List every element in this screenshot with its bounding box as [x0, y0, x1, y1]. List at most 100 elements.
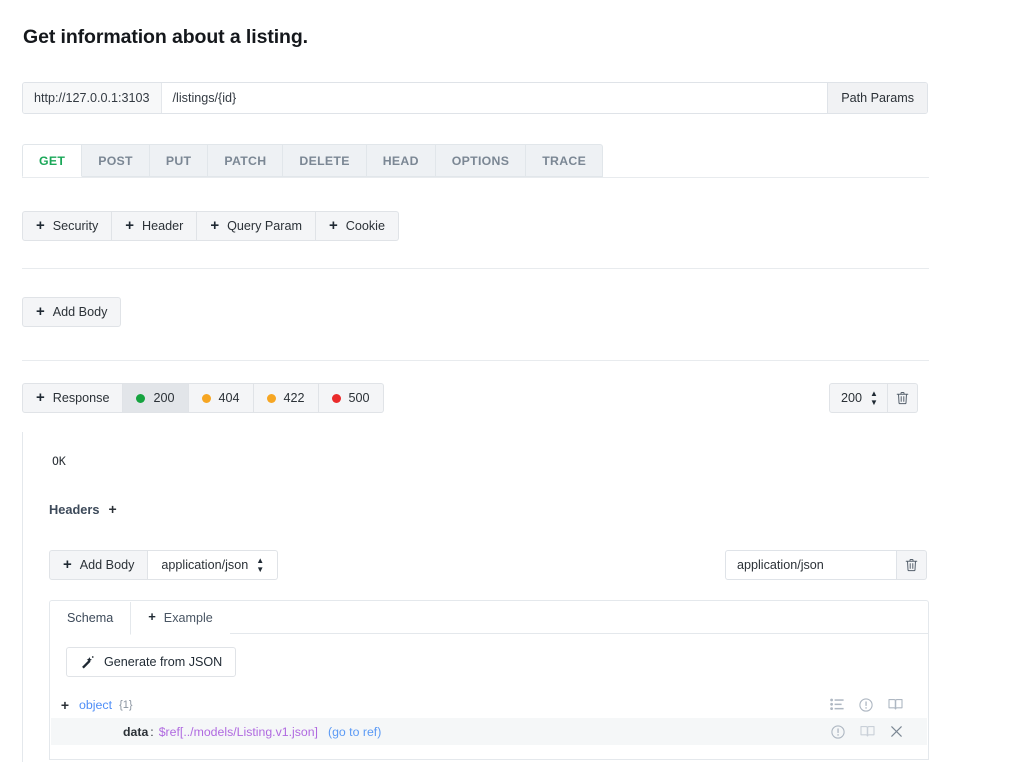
- response-detail-panel: OK Headers + + Add Body application/json…: [22, 432, 929, 762]
- book-icon[interactable]: [860, 725, 875, 738]
- tab-method-options[interactable]: OPTIONS: [435, 144, 527, 177]
- url-host-field[interactable]: http://127.0.0.1:3103: [23, 83, 162, 113]
- tab-response-200-label: 200: [153, 391, 175, 405]
- schema-panel: Schema + Example Generate from JSON + ob…: [49, 600, 929, 760]
- add-header-label: Header: [142, 219, 184, 233]
- add-cookie-label: Cookie: [345, 219, 385, 233]
- delete-media-type-button[interactable]: [897, 550, 927, 580]
- plus-icon: +: [36, 216, 45, 234]
- path-params-button[interactable]: Path Params: [827, 83, 927, 113]
- plus-icon: +: [36, 388, 45, 406]
- plus-icon[interactable]: +: [109, 502, 117, 516]
- delete-response-button[interactable]: [887, 383, 918, 413]
- schema-panel-tabs: Schema + Example: [50, 601, 928, 635]
- tab-response-500-label: 500: [348, 391, 370, 405]
- url-bar: http://127.0.0.1:3103 /listings/{id} Pat…: [22, 82, 928, 114]
- url-path-input[interactable]: /listings/{id}: [162, 83, 828, 113]
- schema-tree-row-object[interactable]: + object {1}: [51, 691, 927, 718]
- list-icon[interactable]: [830, 698, 844, 711]
- tab-response-422-label: 422: [283, 391, 305, 405]
- tab-response-404-label: 404: [218, 391, 240, 405]
- tab-add-example-label: Example: [163, 610, 213, 625]
- schema-row-object-content: + object {1}: [51, 698, 830, 712]
- api-endpoint-editor: Get information about a listing. http://…: [0, 0, 1024, 782]
- schema-property-ref[interactable]: $ref[../models/Listing.v1.json]: [159, 725, 318, 739]
- tab-response-500[interactable]: 500: [318, 383, 384, 413]
- book-icon[interactable]: [888, 698, 903, 711]
- plus-icon: +: [36, 302, 45, 320]
- plus-icon: +: [210, 216, 220, 234]
- plus-icon: +: [125, 216, 135, 234]
- response-status-controls: 200 ▲ ▼: [829, 383, 918, 413]
- tab-method-trace[interactable]: TRACE: [526, 144, 604, 177]
- generate-from-json-button[interactable]: Generate from JSON: [66, 647, 237, 677]
- tab-add-example[interactable]: + Example: [131, 601, 230, 634]
- status-dot-404: [201, 393, 211, 403]
- tab-response-422[interactable]: 422: [253, 383, 319, 413]
- trash-icon: [905, 559, 918, 572]
- add-header-button[interactable]: + Header: [112, 211, 198, 241]
- media-type-input[interactable]: application/json: [725, 550, 897, 580]
- response-add-body-button[interactable]: + Add Body: [49, 550, 149, 580]
- chevron-updown-icon: ▲ ▼: [870, 389, 878, 407]
- add-response-button[interactable]: + Response: [22, 383, 124, 413]
- plus-icon: +: [329, 216, 338, 234]
- add-response-label: Response: [52, 391, 110, 405]
- plus-icon: +: [63, 555, 72, 573]
- response-status-text: OK: [52, 454, 66, 468]
- request-param-buttons: + Security + Header + Query Param + Cook…: [22, 211, 399, 241]
- schema-row-data-content: data : $ref[../models/Listing.v1.json] (…: [51, 725, 831, 739]
- add-cookie-button[interactable]: + Cookie: [316, 211, 399, 241]
- go-to-ref-link[interactable]: (go to ref): [328, 725, 381, 739]
- tab-method-post[interactable]: POST: [82, 144, 150, 177]
- schema-property-colon: :: [150, 724, 154, 739]
- divider-after-body: [22, 360, 929, 361]
- divider-after-params: [22, 268, 929, 269]
- divider-after-methods: [22, 177, 929, 178]
- schema-row-data-icons: [831, 724, 927, 739]
- media-type-controls: application/json: [725, 550, 927, 580]
- tab-method-head[interactable]: HEAD: [366, 144, 436, 177]
- status-code-select[interactable]: 200 ▲ ▼: [829, 383, 888, 413]
- response-headers-section: Headers +: [49, 502, 117, 518]
- info-circle-icon[interactable]: [831, 724, 845, 739]
- trash-icon: [896, 392, 909, 405]
- status-code-value: 200: [841, 391, 863, 405]
- schema-object-type[interactable]: object: [79, 698, 112, 712]
- tab-method-put[interactable]: PUT: [149, 144, 209, 177]
- expand-object-icon[interactable]: +: [51, 698, 79, 712]
- tab-response-404[interactable]: 404: [188, 383, 254, 413]
- schema-tree-row-data[interactable]: data : $ref[../models/Listing.v1.json] (…: [51, 718, 927, 745]
- http-method-tabs: GET POST PUT PATCH DELETE HEAD OPTIONS T…: [22, 144, 604, 177]
- tab-schema[interactable]: Schema: [50, 602, 132, 635]
- close-icon[interactable]: [890, 725, 903, 738]
- schema-property-key[interactable]: data: [123, 725, 148, 739]
- request-add-body-label: Add Body: [52, 305, 108, 319]
- status-dot-200: [136, 393, 146, 403]
- add-query-param-button[interactable]: + Query Param: [197, 211, 316, 241]
- magic-wand-icon: [82, 655, 94, 668]
- response-media-type-value: application/json: [161, 558, 249, 572]
- add-query-param-label: Query Param: [227, 219, 302, 233]
- status-dot-422: [266, 393, 276, 403]
- response-media-type-select[interactable]: application/json ▲ ▼: [148, 550, 279, 580]
- schema-row-object-icons: [830, 697, 927, 712]
- response-body-buttons: + Add Body application/json ▲ ▼: [49, 550, 279, 580]
- plus-icon: +: [148, 609, 156, 624]
- tab-method-get[interactable]: GET: [22, 144, 83, 177]
- request-body-section: + Add Body: [22, 297, 122, 327]
- tab-response-200[interactable]: 200: [123, 383, 189, 413]
- schema-object-count: {1}: [119, 698, 133, 711]
- info-circle-icon[interactable]: [859, 697, 873, 712]
- add-security-label: Security: [52, 219, 99, 233]
- chevron-updown-icon: ▲ ▼: [256, 556, 265, 574]
- page-title: Get information about a listing.: [23, 26, 308, 48]
- response-headers-label: Headers: [49, 502, 100, 517]
- tab-method-patch[interactable]: PATCH: [208, 144, 284, 177]
- response-add-body-label: Add Body: [79, 558, 135, 572]
- status-dot-500: [331, 393, 341, 403]
- generate-from-json-label: Generate from JSON: [104, 655, 223, 669]
- request-add-body-button[interactable]: + Add Body: [22, 297, 122, 327]
- add-security-button[interactable]: + Security: [22, 211, 113, 241]
- tab-method-delete[interactable]: DELETE: [283, 144, 367, 177]
